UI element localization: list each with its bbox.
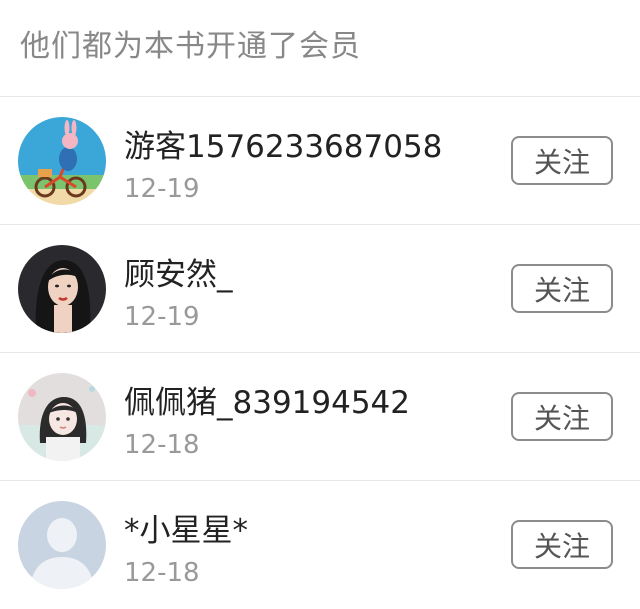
- avatar[interactable]: [18, 245, 106, 333]
- member-name: *小星星*: [124, 513, 248, 549]
- member-name: 游客1576233687058: [124, 129, 443, 165]
- follow-button[interactable]: 关注: [511, 520, 613, 569]
- section-header: 他们都为本书开通了会员: [0, 0, 640, 97]
- default-user-avatar: [18, 501, 106, 589]
- cartoon-bunny-bicycle-avatar: [18, 117, 106, 205]
- avatar[interactable]: [18, 117, 106, 205]
- list-item[interactable]: 游客1576233687058 12-19 关注: [0, 97, 640, 225]
- member-name: 顾安然_: [124, 257, 233, 293]
- section-title: 他们都为本书开通了会员: [20, 29, 361, 64]
- member-list: 游客1576233687058 12-19 关注 顾安然_ 12-19 关注 佩…: [0, 97, 640, 609]
- avatar[interactable]: [18, 373, 106, 461]
- member-date: 12-19: [124, 174, 200, 204]
- follow-button[interactable]: 关注: [511, 264, 613, 313]
- follow-button[interactable]: 关注: [511, 392, 613, 441]
- member-name: 佩佩猪_839194542: [124, 385, 411, 421]
- member-date: 12-18: [124, 558, 200, 588]
- list-item[interactable]: 佩佩猪_839194542 12-18 关注: [0, 353, 640, 481]
- member-date: 12-18: [124, 430, 200, 460]
- list-item[interactable]: 顾安然_ 12-19 关注: [0, 225, 640, 353]
- follow-button[interactable]: 关注: [511, 136, 613, 185]
- avatar[interactable]: [18, 501, 106, 589]
- girl-portrait-avatar: [18, 245, 106, 333]
- pastel-girl-avatar: [18, 373, 106, 461]
- member-date: 12-19: [124, 302, 200, 332]
